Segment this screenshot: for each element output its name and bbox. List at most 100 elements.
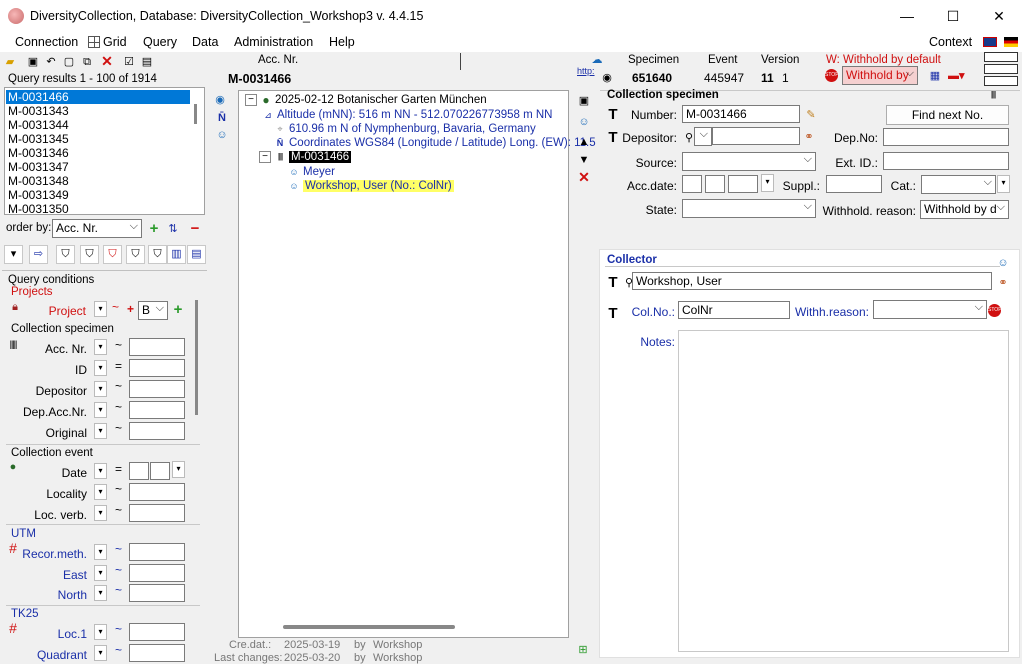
tree-agent-node[interactable]: ☺ Workshop, User (No.: ColNr) <box>288 180 454 193</box>
state-select[interactable] <box>682 199 816 218</box>
depositor-dropdown[interactable] <box>694 127 712 146</box>
menu-data[interactable]: Data <box>192 35 218 49</box>
find-next-button[interactable]: Find next No. <box>886 105 1009 125</box>
menu-administration[interactable]: Administration <box>234 35 313 49</box>
http-link[interactable]: http: <box>577 66 595 76</box>
filter-lock-icon[interactable]: ⛉ <box>148 245 167 264</box>
new-document-icon[interactable]: ▢ <box>62 55 76 69</box>
uk-flag-icon[interactable] <box>983 37 997 47</box>
operator-dropdown[interactable]: ▾ <box>94 484 107 500</box>
list-item[interactable]: M-0031466 <box>6 90 190 104</box>
query-results-list[interactable]: M-0031466 M-0031343 M-0031344 M-0031345 … <box>4 87 205 216</box>
link-icon[interactable]: ⚭ <box>996 276 1010 290</box>
table-icon[interactable]: ▦ <box>928 69 942 83</box>
operator-dropdown[interactable]: ▾ <box>94 381 107 397</box>
list-item[interactable]: M-0031343 <box>6 104 69 118</box>
source-select[interactable] <box>682 152 816 171</box>
menu-query[interactable]: Query <box>143 35 177 49</box>
arrow-right-icon[interactable]: ⇨ <box>29 245 48 264</box>
north-input[interactable] <box>129 584 185 602</box>
operator-dropdown[interactable]: ▾ <box>94 402 107 418</box>
add-project-icon[interactable]: + <box>171 302 185 317</box>
acc-nr-input[interactable] <box>129 338 185 356</box>
acc-date-year-input[interactable] <box>728 175 758 193</box>
view-option-3[interactable] <box>984 76 1018 86</box>
collapse-icon[interactable]: − <box>245 94 257 106</box>
filter-remove-icon[interactable]: ⛉ <box>103 245 122 264</box>
save-icon[interactable]: ▣ <box>577 94 591 108</box>
recor-meth-input[interactable] <box>129 543 185 561</box>
list-item[interactable]: M-0031345 <box>6 132 69 146</box>
menu-help[interactable]: Help <box>329 35 355 49</box>
filter-forward-icon[interactable]: ⛉ <box>126 245 145 264</box>
list-item[interactable]: M-0031346 <box>6 146 69 160</box>
withh-reason-select[interactable] <box>873 300 987 319</box>
menu-context[interactable]: Context <box>929 35 972 49</box>
view-option-2[interactable] <box>984 64 1018 74</box>
date-day-input[interactable] <box>129 462 149 480</box>
list-item[interactable]: M-0031348 <box>6 174 69 188</box>
coordinates-icon[interactable]: N̄ <box>215 111 229 125</box>
quadrant-input[interactable] <box>129 644 185 662</box>
view-selector[interactable] <box>984 52 1018 90</box>
depositor-input[interactable] <box>712 127 800 145</box>
list-item[interactable]: M-0031349 <box>6 188 69 202</box>
cat-extra-button[interactable]: ▾ <box>997 175 1010 193</box>
undo-icon[interactable]: ↶ <box>44 55 58 69</box>
project-select[interactable]: B <box>138 301 168 320</box>
operator-dropdown[interactable]: ▾ <box>94 423 107 439</box>
loc1-input[interactable] <box>129 623 185 641</box>
withhold-reason-select[interactable]: Withhold by d <box>920 200 1009 219</box>
withhold-select[interactable]: Withhold by <box>842 66 918 85</box>
copy-icon[interactable]: ⧉ <box>80 55 94 69</box>
agent-icon[interactable]: ☺ <box>996 256 1010 270</box>
collector-name-input[interactable]: Workshop, User <box>632 272 992 290</box>
filter-add-icon[interactable]: ⛉ <box>80 245 99 264</box>
notes-textarea[interactable] <box>678 330 1009 652</box>
operator-dropdown[interactable]: ▾ <box>94 463 107 479</box>
save-icon[interactable]: ▣ <box>26 55 40 69</box>
minimize-button[interactable]: — <box>884 0 930 32</box>
globe-menu-icon[interactable]: ◉ <box>213 93 227 107</box>
tree-agent-node[interactable]: ☺ Meyer <box>288 166 335 178</box>
dep-acc-nr-input[interactable] <box>129 401 185 419</box>
operator-dropdown[interactable]: ▾ <box>94 645 107 661</box>
list-item[interactable]: M-0031350 <box>6 202 69 216</box>
tree-specimen-node[interactable]: − |||| M-0031466 <box>259 151 352 164</box>
red-bar-icon[interactable]: ▬▾ <box>948 69 965 83</box>
conditions-scrollbar[interactable] <box>195 300 198 415</box>
tree-coordinates-node[interactable]: N̄ Coordinates WGS84 (Longitude / Latitud… <box>274 137 596 149</box>
agent-icon[interactable]: ☺ <box>577 115 591 129</box>
tree-event-node[interactable]: − ● 2025-02-12 Botanischer Garten München <box>245 94 487 106</box>
order-by-select[interactable]: Acc. Nr. <box>52 219 142 238</box>
number-input[interactable]: M-0031466 <box>682 105 800 123</box>
suppl-input[interactable] <box>826 175 882 193</box>
eye-icon[interactable]: ◉ <box>600 71 614 85</box>
date-picker-button[interactable]: ▾ <box>172 461 185 478</box>
open-folder-icon[interactable]: ▰ <box>3 55 17 69</box>
locality-input[interactable] <box>129 483 185 501</box>
project-operator-dropdown[interactable]: ▾ <box>94 301 107 317</box>
checkbox-icon[interactable]: ☑ <box>122 55 136 69</box>
operator-dropdown[interactable]: ▾ <box>94 544 107 560</box>
operator-dropdown[interactable]: ▾ <box>94 585 107 601</box>
move-up-icon[interactable]: ▲ <box>577 135 591 149</box>
tree-altitude-node[interactable]: ⊿ Altitude (mNN): 516 m NN - 512.07022677… <box>262 109 552 121</box>
move-down-icon[interactable]: ▼ <box>577 153 591 167</box>
pencil-icon[interactable]: ✎ <box>804 108 818 122</box>
operator-dropdown[interactable]: ▾ <box>94 565 107 581</box>
original-input[interactable] <box>129 422 185 440</box>
operator-dropdown[interactable]: ▾ <box>94 505 107 521</box>
acc-date-picker-button[interactable]: ▾ <box>761 174 774 192</box>
rows-icon[interactable]: ▤ <box>187 245 206 264</box>
acc-date-day-input[interactable] <box>682 175 702 193</box>
close-button[interactable]: ✕ <box>976 0 1022 32</box>
menu-connection[interactable]: Connection <box>15 35 78 49</box>
dropdown-arrow-icon[interactable]: ▾ <box>4 245 23 264</box>
acc-date-month-input[interactable] <box>705 175 725 193</box>
operator-dropdown[interactable]: ▾ <box>94 360 107 376</box>
operator-dropdown[interactable]: ▾ <box>94 624 107 640</box>
loc-verb-input[interactable] <box>129 504 185 522</box>
columns-icon[interactable]: ▥ <box>167 245 186 264</box>
add-table-icon[interactable]: ⊞ <box>576 643 590 657</box>
